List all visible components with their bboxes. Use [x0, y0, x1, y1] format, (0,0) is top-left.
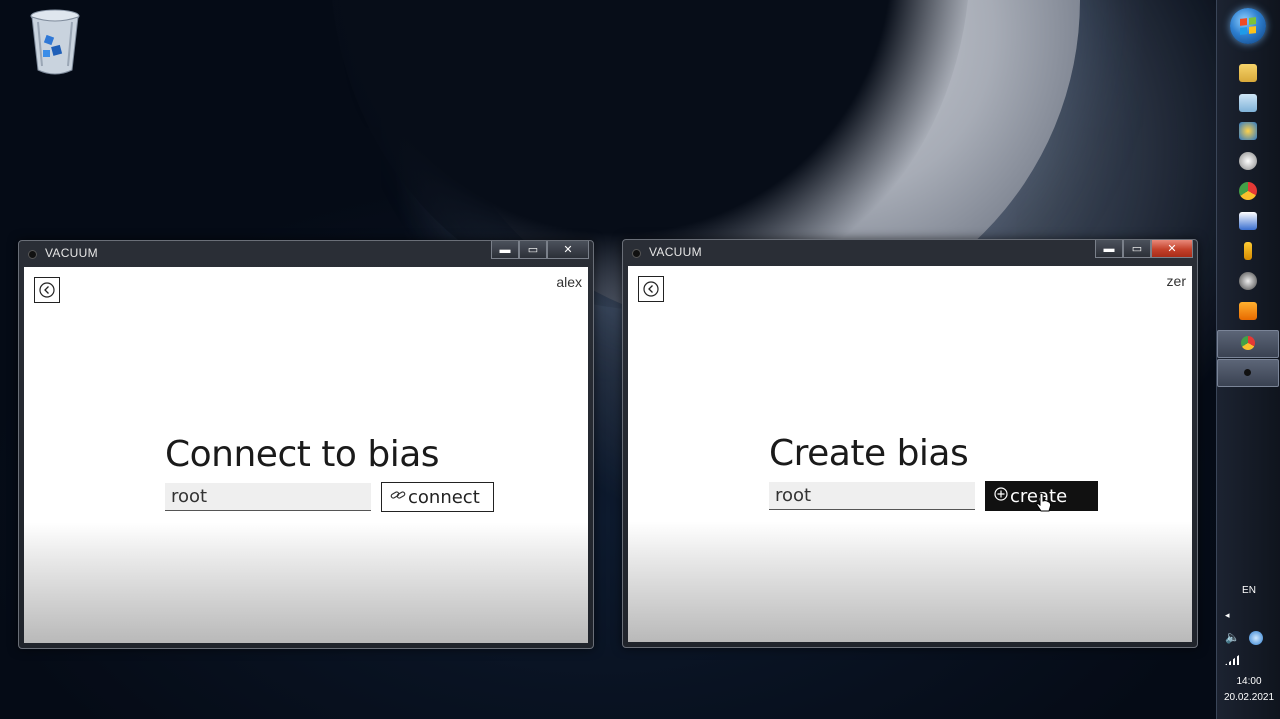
window-content: zer Create bias create — [628, 266, 1192, 642]
maximize-button[interactable]: ▭ — [519, 241, 547, 259]
signal-icon[interactable] — [1225, 655, 1239, 665]
github-icon[interactable] — [1239, 272, 1257, 290]
link-icon — [390, 489, 406, 505]
explorer-icon[interactable] — [1239, 64, 1257, 82]
plus-circle-icon — [994, 487, 1008, 505]
app-icon — [632, 249, 641, 258]
windows-logo-icon — [1240, 17, 1256, 35]
page-title: Create bias — [769, 433, 969, 474]
vacuum-window-create[interactable]: VACUUM ▬ ▭ ✕ zer Create bias create — [622, 239, 1198, 648]
hand-cursor-icon — [1036, 492, 1052, 512]
clock-date[interactable]: 20.02.2021 — [1217, 692, 1280, 703]
settings-app-icon[interactable] — [1239, 152, 1257, 170]
back-button[interactable] — [638, 276, 664, 302]
start-button[interactable] — [1230, 8, 1266, 44]
close-button[interactable]: ✕ — [1151, 240, 1193, 258]
window-controls: ▬ ▭ ✕ — [1095, 240, 1193, 258]
close-button[interactable]: ✕ — [547, 241, 589, 259]
titlebar[interactable]: VACUUM ▬ ▭ ✕ — [19, 241, 593, 265]
app-icon — [28, 250, 37, 259]
taskbar-vacuum-slot[interactable] — [1217, 359, 1279, 387]
clock-time[interactable]: 14:00 — [1217, 676, 1280, 687]
back-arrow-icon — [39, 282, 55, 298]
window-title: VACUUM — [649, 245, 702, 259]
vacuum-window-connect[interactable]: VACUUM ▬ ▭ ✕ alex Connect to bias connec… — [18, 240, 594, 649]
bias-name-input[interactable] — [165, 483, 371, 511]
window-title: VACUUM — [45, 246, 98, 260]
taskbar-chrome-slot[interactable] — [1217, 330, 1279, 358]
pin-icon[interactable] — [1244, 242, 1252, 260]
notepad-icon[interactable] — [1239, 94, 1257, 112]
volume-icon[interactable]: 🔈 — [1225, 630, 1240, 644]
back-button[interactable] — [34, 277, 60, 303]
bias-name-input[interactable] — [769, 482, 975, 510]
window-controls: ▬ ▭ ✕ — [491, 241, 589, 259]
username-label: zer — [1166, 273, 1186, 289]
language-indicator[interactable]: EN — [1217, 585, 1280, 596]
vacuum-app-icon — [1244, 369, 1251, 376]
taskbar: EN ◂ 🔈 14:00 20.02.2021 — [1216, 0, 1280, 719]
back-arrow-icon — [643, 281, 659, 297]
minimize-button[interactable]: ▬ — [491, 241, 519, 259]
media-icon[interactable] — [1239, 212, 1257, 230]
sublime-icon[interactable] — [1239, 302, 1257, 320]
show-hidden-icons-icon[interactable]: ◂ — [1225, 610, 1230, 621]
page-title: Connect to bias — [165, 434, 440, 475]
connect-button[interactable]: connect — [381, 482, 494, 512]
username-label: alex — [556, 274, 582, 290]
chrome-icon — [1241, 336, 1255, 350]
connect-button-label: connect — [408, 486, 480, 508]
titlebar[interactable]: VACUUM ▬ ▭ ✕ — [623, 240, 1197, 264]
maximize-button[interactable]: ▭ — [1123, 240, 1151, 258]
color-app-icon[interactable] — [1239, 182, 1257, 200]
recycle-bin-icon[interactable] — [28, 8, 82, 76]
network-globe-icon[interactable] — [1249, 631, 1263, 645]
paint-icon[interactable] — [1239, 122, 1257, 140]
minimize-button[interactable]: ▬ — [1095, 240, 1123, 258]
window-content: alex Connect to bias connect — [24, 267, 588, 643]
